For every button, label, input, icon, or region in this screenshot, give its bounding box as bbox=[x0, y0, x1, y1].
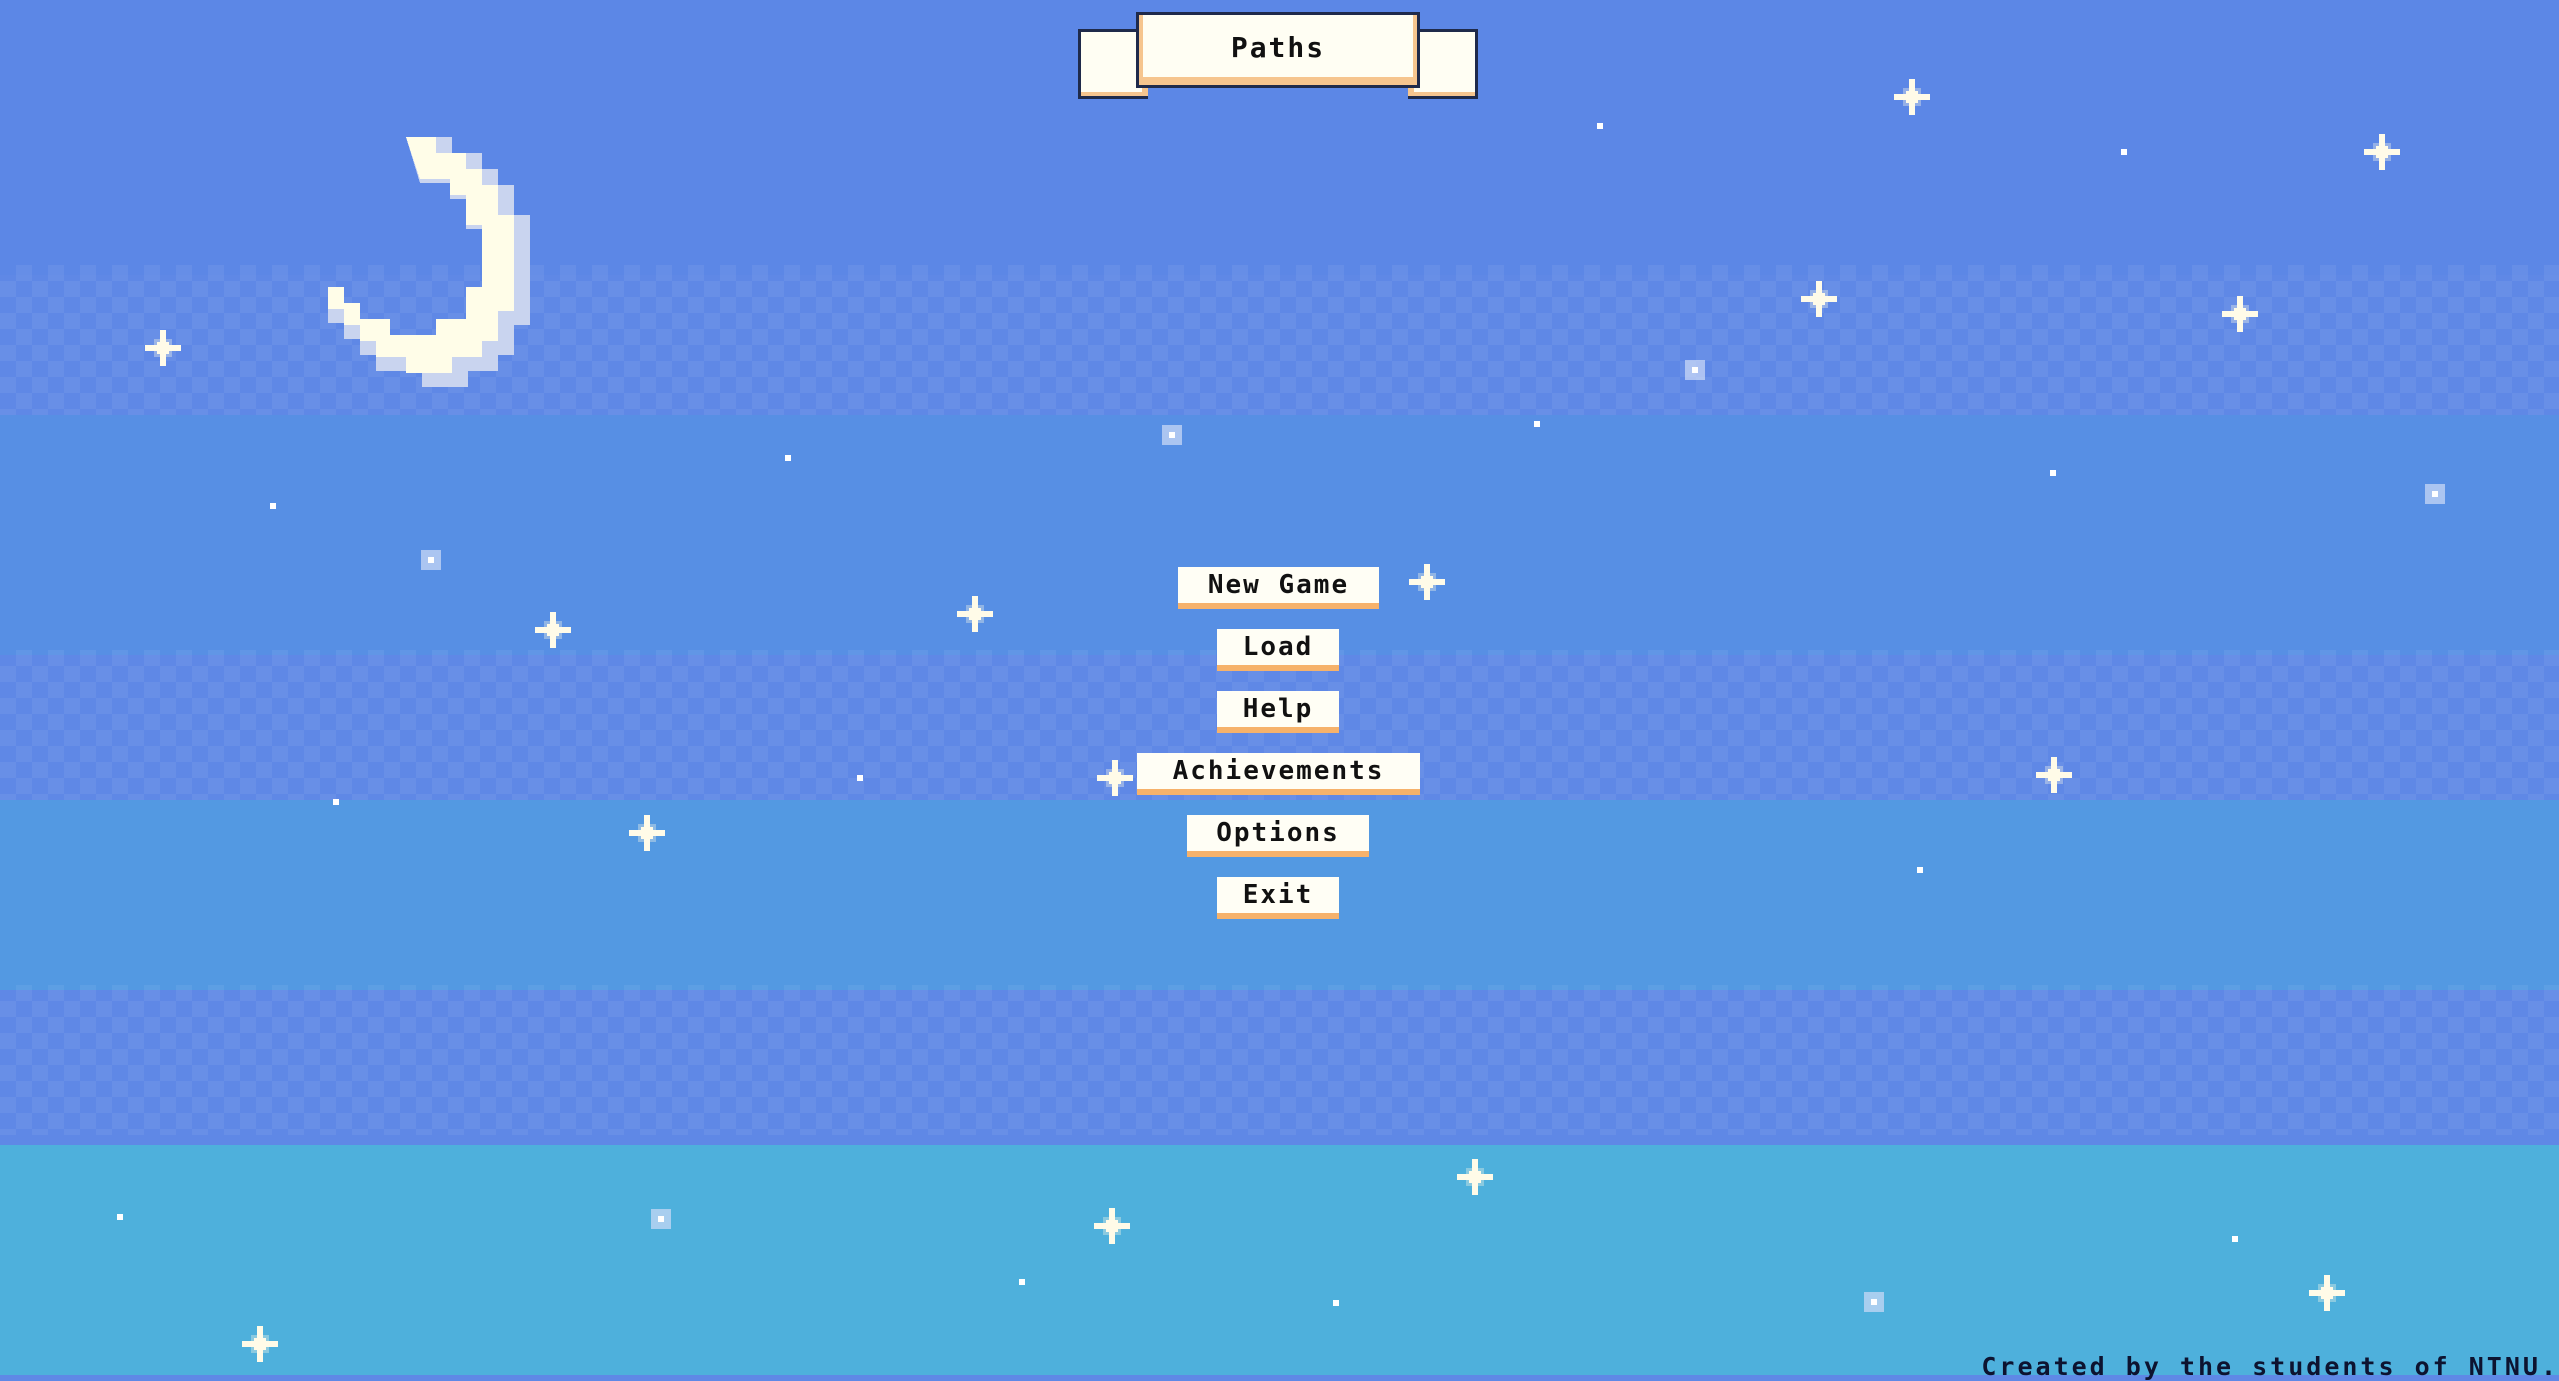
square-star-icon bbox=[421, 360, 2445, 1312]
sparkle-star-icon bbox=[145, 79, 2400, 1362]
star-field bbox=[117, 79, 2445, 1362]
credits-text: Created by the students of NTNU. bbox=[1981, 1352, 2559, 1381]
dot-stars bbox=[117, 123, 2238, 1306]
